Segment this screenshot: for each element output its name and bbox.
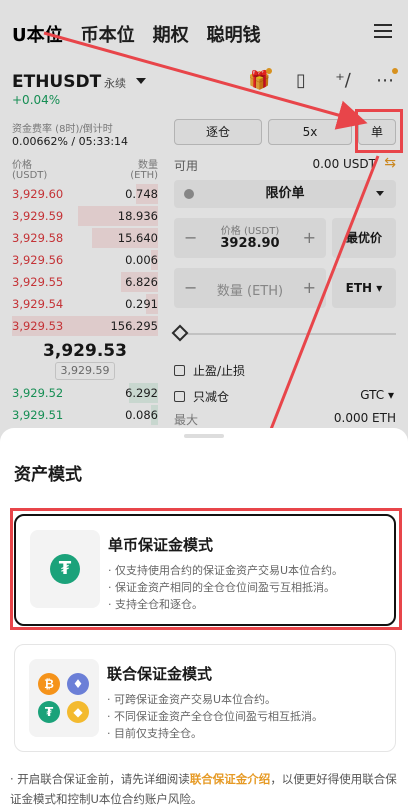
single-margin-desc-3: · 支持全仓和逐仓。 [108, 598, 203, 611]
multi-margin-note: · 开启联合保证金前，请先详细阅读联合保证金介绍，以便更好得使用联合保证金模式和… [10, 769, 402, 807]
single-margin-card[interactable]: ₮ 单币保证金模式 · 仅支持使用合约的保证金资产交易U本位合约。 · 保证金资… [14, 514, 396, 626]
multi-margin-title: 联合保证金模式 [107, 665, 213, 683]
single-margin-desc-2: · 保证金资产相同的全仓仓位间盈亏互相抵消。 [108, 581, 335, 594]
single-margin-icon-box: ₮ [30, 530, 100, 608]
ethereum-icon: ♦ [67, 673, 89, 695]
note-prefix: · 开启联合保证金前，请先详细阅读 [10, 772, 190, 786]
multi-margin-intro-link[interactable]: 联合保证金介绍 [190, 772, 271, 786]
asset-mode-sheet: 资产模式 ₮ 单币保证金模式 · 仅支持使用合约的保证金资产交易U本位合约。 ·… [0, 428, 408, 807]
bnb-icon: ◆ [67, 701, 89, 723]
multi-margin-card[interactable]: ₿ ♦ ₮ ◆ 联合保证金模式 · 可跨保证金资产交易U本位合约。 · 不同保证… [14, 644, 396, 752]
multi-margin-desc-2: · 不同保证金资产全仓仓位间盈亏相互抵消。 [107, 710, 323, 723]
single-margin-title: 单币保证金模式 [108, 536, 214, 554]
single-margin-desc-1: · 仅支持使用合约的保证金资产交易U本位合约。 [108, 564, 344, 577]
tether-icon: ₮ [38, 701, 60, 723]
tether-icon: ₮ [50, 554, 80, 584]
multi-margin-desc-1: · 可跨保证金资产交易U本位合约。 [107, 693, 277, 706]
bitcoin-icon: ₿ [38, 673, 60, 695]
arrow-nav-to-button [43, 31, 368, 130]
sheet-title: 资产模式 [14, 465, 82, 485]
multi-margin-icon-box: ₿ ♦ ₮ ◆ [29, 659, 99, 737]
multi-margin-desc-3: · 目前仅支持全仓。 [107, 727, 202, 740]
sheet-handle[interactable] [184, 434, 224, 438]
